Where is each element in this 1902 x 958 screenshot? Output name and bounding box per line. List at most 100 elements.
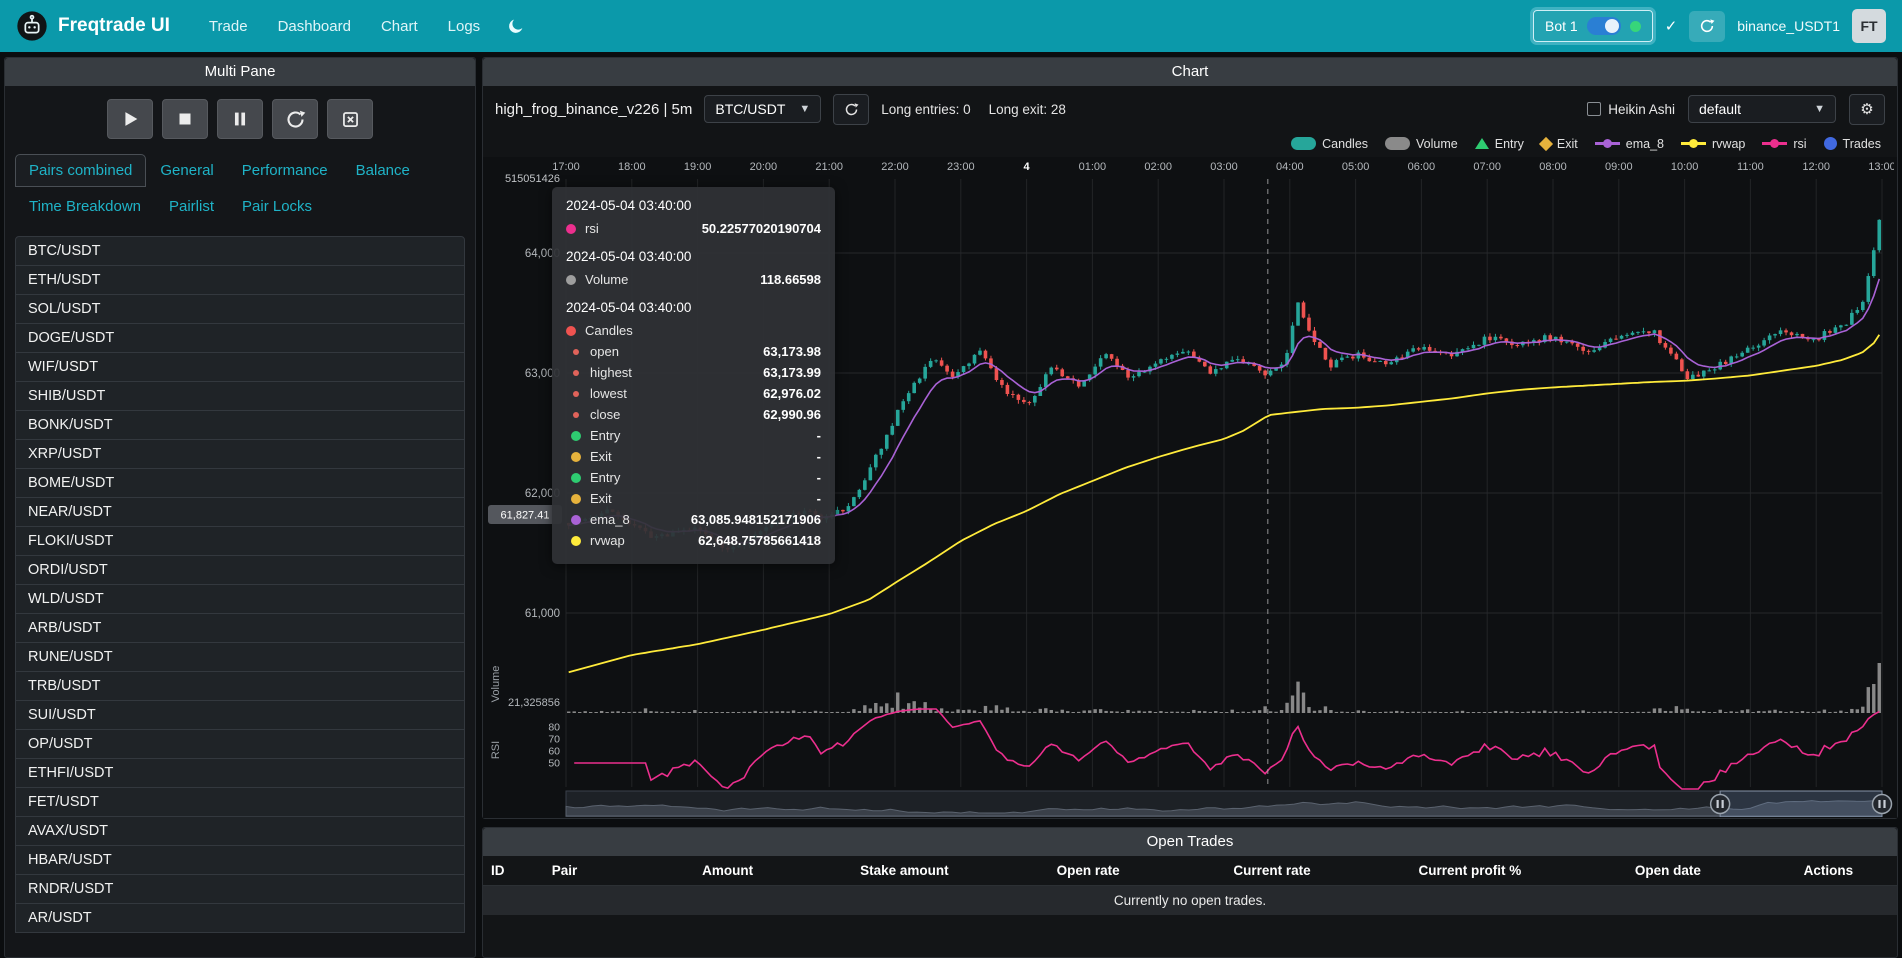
- legend-item-trades[interactable]: Trades: [1824, 137, 1881, 151]
- pair-list-item[interactable]: WLD/USDT: [15, 584, 465, 614]
- svg-text:21,325856: 21,325856: [508, 697, 560, 709]
- tooltip-label: Candles: [585, 323, 633, 338]
- svg-text:RSI: RSI: [490, 741, 502, 759]
- pair-list-item[interactable]: BTC/USDT: [15, 236, 465, 266]
- legend-item-ema_8[interactable]: ema_8: [1595, 137, 1664, 151]
- plot-config-select[interactable]: default ▼: [1688, 95, 1836, 123]
- svg-text:02:00: 02:00: [1144, 161, 1172, 173]
- series-dot-icon: [573, 370, 579, 376]
- pause-bot-button[interactable]: [217, 99, 263, 139]
- svg-text:12:00: 12:00: [1802, 161, 1830, 173]
- pair-list-item[interactable]: AVAX/USDT: [15, 816, 465, 846]
- pair-list-item[interactable]: RUNE/USDT: [15, 642, 465, 672]
- pair-list-item[interactable]: ARB/USDT: [15, 613, 465, 643]
- nav-link-logs[interactable]: Logs: [435, 12, 494, 41]
- tab-general[interactable]: General: [146, 154, 227, 187]
- tooltip-label: Exit: [590, 491, 612, 506]
- legend-item-candles[interactable]: Candles: [1291, 137, 1368, 151]
- rsi-swatch-icon: [1762, 142, 1787, 145]
- user-avatar[interactable]: FT: [1852, 9, 1886, 43]
- tab-balance[interactable]: Balance: [342, 154, 424, 187]
- pair-list-item[interactable]: FLOKI/USDT: [15, 526, 465, 556]
- nav-link-dashboard[interactable]: Dashboard: [265, 12, 364, 41]
- refresh-icon: [1699, 18, 1715, 34]
- tooltip-label: open: [590, 344, 619, 359]
- tooltip-value: -: [817, 470, 821, 485]
- tab-pairlist[interactable]: Pairlist: [155, 190, 228, 223]
- tab-performance[interactable]: Performance: [228, 154, 342, 187]
- pair-list-item[interactable]: RNDR/USDT: [15, 874, 465, 904]
- pair-list-item[interactable]: BONK/USDT: [15, 410, 465, 440]
- long-entries-stat: Long entries: 0: [881, 102, 970, 117]
- check-icon: ✓: [1665, 17, 1678, 35]
- swatch-dot: [1689, 139, 1698, 148]
- pair-list-item[interactable]: FET/USDT: [15, 787, 465, 817]
- datazoom-handle-left[interactable]: [1711, 795, 1730, 814]
- pair-list-item[interactable]: ORDI/USDT: [15, 555, 465, 585]
- tooltip-row: Entry-: [566, 427, 821, 444]
- tooltip-label: close: [590, 407, 620, 422]
- stop-buy-button[interactable]: [327, 99, 373, 139]
- tab-time-breakdown[interactable]: Time Breakdown: [15, 190, 155, 223]
- pair-list-item[interactable]: BOME/USDT: [15, 468, 465, 498]
- entry-swatch-icon: [1475, 138, 1489, 149]
- stop-bot-button[interactable]: [162, 99, 208, 139]
- svg-text:11:00: 11:00: [1737, 161, 1764, 173]
- datazoom-handle-right[interactable]: [1873, 795, 1892, 814]
- theme-toggle-button[interactable]: [497, 11, 535, 41]
- pair-list-item[interactable]: HBAR/USDT: [15, 845, 465, 875]
- series-dot-icon: [571, 473, 581, 483]
- plot-settings-button[interactable]: ⚙: [1849, 94, 1885, 125]
- pair-list-item[interactable]: ETHFI/USDT: [15, 758, 465, 788]
- pair-list-item[interactable]: NEAR/USDT: [15, 497, 465, 527]
- pair-list-item[interactable]: DOGE/USDT: [15, 323, 465, 353]
- table-header-row: IDPairAmountStake amountOpen rateCurrent…: [483, 856, 1897, 886]
- pair-list-item[interactable]: WIF/USDT: [15, 352, 465, 382]
- pair-list-item[interactable]: AR/USDT: [15, 903, 465, 933]
- pair-list: BTC/USDTETH/USDTSOL/USDTDOGE/USDTWIF/USD…: [15, 236, 465, 933]
- tooltip-row: Entry-: [566, 469, 821, 486]
- pair-list-item[interactable]: SHIB/USDT: [15, 381, 465, 411]
- heikin-ashi-checkbox[interactable]: [1587, 102, 1601, 116]
- tooltip-value: 118.66598: [760, 272, 821, 287]
- bot-selector[interactable]: Bot 1: [1533, 10, 1653, 42]
- pair-list-item[interactable]: TRB/USDT: [15, 671, 465, 701]
- tooltip-value: -: [817, 491, 821, 506]
- legend-label: Entry: [1495, 137, 1524, 151]
- datazoom-window[interactable]: [1720, 791, 1882, 817]
- pair-list-item[interactable]: SOL/USDT: [15, 294, 465, 324]
- svg-text:05:00: 05:00: [1342, 161, 1370, 173]
- global-refresh-button[interactable]: [1689, 11, 1725, 42]
- nav-link-trade[interactable]: Trade: [196, 12, 261, 41]
- tooltip-label: Exit: [590, 449, 612, 464]
- pair-list-item[interactable]: ETH/USDT: [15, 265, 465, 295]
- pair-list-item[interactable]: OP/USDT: [15, 729, 465, 759]
- legend-item-exit[interactable]: Exit: [1541, 137, 1578, 151]
- datazoom-slider[interactable]: [566, 791, 1892, 817]
- exit-swatch-icon: [1539, 136, 1553, 150]
- tooltip-row: Exit-: [566, 448, 821, 465]
- start-bot-button[interactable]: [107, 99, 153, 139]
- tooltip-row: Candles: [566, 322, 821, 339]
- legend-item-rvwap[interactable]: rvwap: [1681, 137, 1745, 151]
- tab-pairs-combined[interactable]: Pairs combined: [15, 154, 146, 187]
- nav-link-chart[interactable]: Chart: [368, 12, 431, 41]
- pair-select[interactable]: BTC/USDT ▼: [704, 95, 821, 123]
- heikin-ashi-toggle[interactable]: Heikin Ashi: [1587, 102, 1675, 117]
- chart-panel: Chart high_frog_binance_v226 | 5m BTC/US…: [482, 57, 1898, 819]
- pair-list-item[interactable]: SUI/USDT: [15, 700, 465, 730]
- legend-item-entry[interactable]: Entry: [1475, 137, 1524, 151]
- legend-item-rsi[interactable]: rsi: [1762, 137, 1806, 151]
- reload-config-button[interactable]: [272, 99, 318, 139]
- col-amount: Amount: [643, 856, 813, 886]
- bot-toggle[interactable]: [1587, 17, 1621, 35]
- chart-refresh-button[interactable]: [833, 94, 869, 125]
- svg-text:19:00: 19:00: [684, 161, 712, 173]
- tab-pair-locks[interactable]: Pair Locks: [228, 190, 326, 223]
- pair-list-item[interactable]: XRP/USDT: [15, 439, 465, 469]
- tooltip-value: -: [817, 428, 821, 443]
- svg-text:60: 60: [548, 746, 560, 758]
- chart-panel-header: Chart: [483, 58, 1897, 86]
- svg-text:515051426: 515051426: [505, 173, 560, 185]
- legend-item-volume[interactable]: Volume: [1385, 137, 1458, 151]
